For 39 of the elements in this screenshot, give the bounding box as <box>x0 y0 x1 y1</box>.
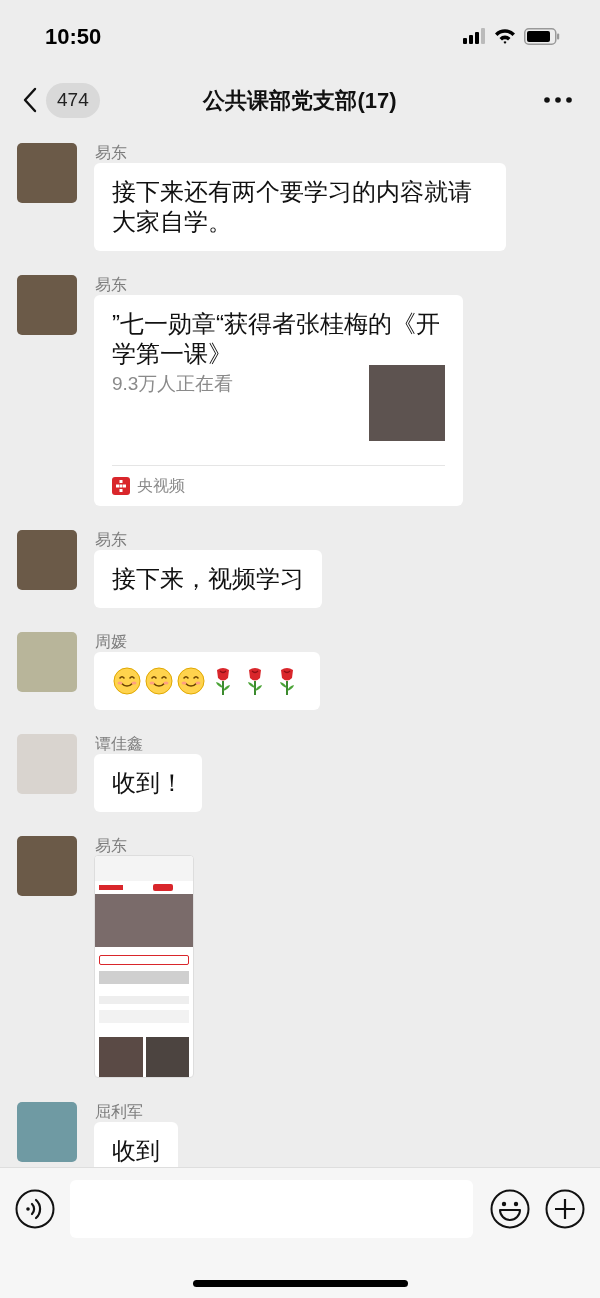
avatar-photo[interactable] <box>17 143 77 203</box>
add-icon[interactable] <box>545 1189 585 1229</box>
message-bubble[interactable]: 接下来还有两个要学习的内容就请大家自学。 <box>94 163 506 251</box>
smiley-icon <box>112 666 142 696</box>
avatar-photo[interactable] <box>17 836 77 896</box>
message-bubble[interactable]: 收到！ <box>94 754 202 812</box>
avatar-photo[interactable] <box>17 632 77 692</box>
link-source: 央视频 <box>137 476 185 496</box>
sender-name: 易东 <box>94 836 128 856</box>
avatar-photo[interactable] <box>17 275 77 335</box>
status-time: 10:50 <box>45 22 102 51</box>
avatar-photo[interactable] <box>17 1102 77 1162</box>
sender-name: 周媛 <box>94 632 128 652</box>
more-icon[interactable] <box>544 97 572 103</box>
chat-title: 公共课部党支部(17) <box>203 86 397 115</box>
sender-name: 谭佳鑫 <box>94 734 144 754</box>
sender-name: 屈利军 <box>94 1102 144 1122</box>
message-bubble[interactable]: 接下来，视频学习 <box>94 550 322 608</box>
link-title: ”七一勋章“获得者张桂梅的《开学第一课》 <box>112 309 441 369</box>
signal-icon <box>463 28 486 44</box>
source-logo-icon <box>112 477 130 495</box>
back-icon[interactable] <box>22 87 38 113</box>
avatar-photo[interactable] <box>17 530 77 590</box>
sender-name: 易东 <box>94 275 128 295</box>
screenshot-image[interactable] <box>94 855 194 1078</box>
link-card[interactable]: ”七一勋章“获得者张桂梅的《开学第一课》 9.3万人正在看 央视频 <box>94 295 463 506</box>
battery-icon <box>524 27 560 45</box>
smiley-icon <box>144 666 174 696</box>
sender-name: 易东 <box>94 143 128 163</box>
wifi-icon <box>494 28 516 44</box>
emoji-icon[interactable] <box>490 1189 530 1229</box>
smiley-icon <box>176 666 206 696</box>
message-bubble[interactable]: 收到 <box>94 1122 178 1167</box>
sender-name: 易东 <box>94 530 128 550</box>
link-subtitle: 9.3万人正在看 <box>112 372 234 396</box>
message-bubble[interactable] <box>94 652 320 710</box>
avatar-photo[interactable] <box>17 734 77 794</box>
unread-count-badge: 474 <box>46 82 100 118</box>
voice-icon[interactable] <box>15 1189 55 1229</box>
